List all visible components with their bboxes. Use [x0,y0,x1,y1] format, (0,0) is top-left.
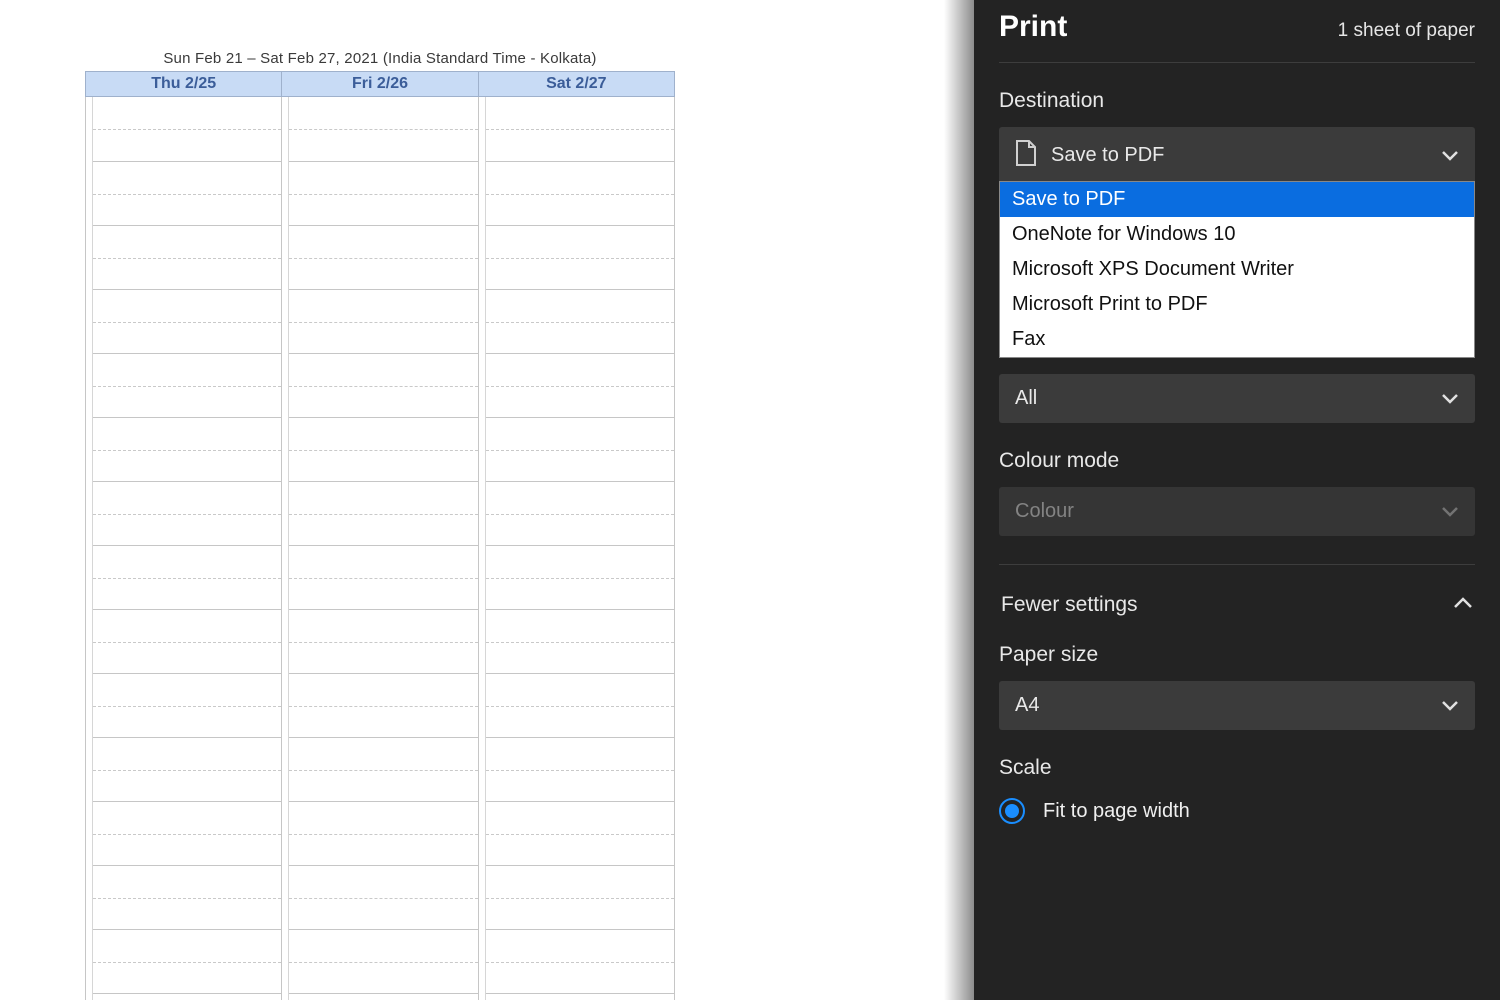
day-header: Sat 2/27 [479,72,674,96]
destination-option[interactable]: Save to PDF [1000,182,1474,217]
pages-value: All [1015,387,1441,410]
print-preview: Sun Feb 21 – Sat Feb 27, 2021 (India Sta… [0,0,944,1000]
fewer-settings-label: Fewer settings [1001,593,1138,617]
destination-option[interactable]: Fax [1000,322,1474,357]
paper-size-label: Paper size [999,643,1475,667]
colour-mode-select[interactable]: Colour [999,487,1475,536]
destination-label: Destination [999,89,1475,113]
destination-option[interactable]: OneNote for Windows 10 [1000,217,1474,252]
day-header: Fri 2/26 [282,72,478,96]
print-panel: Print 1 sheet of paper Destination Save … [974,0,1500,1000]
colour-mode-label: Colour mode [999,449,1475,473]
panel-title: Print [999,10,1067,44]
chevron-down-icon [1441,393,1459,405]
destination-option[interactable]: Microsoft XPS Document Writer [1000,252,1474,287]
destination-dropdown: Save to PDF OneNote for Windows 10 Micro… [999,181,1475,358]
calendar-title: Sun Feb 21 – Sat Feb 27, 2021 (India Sta… [85,50,675,67]
sheet-count: 1 sheet of paper [1338,20,1475,42]
chevron-up-icon [1453,596,1473,614]
chevron-down-icon [1441,700,1459,712]
destination-select[interactable]: Save to PDF [999,127,1475,184]
chevron-down-icon [1441,150,1459,162]
panel-header: Print 1 sheet of paper [999,0,1475,63]
destination-option[interactable]: Microsoft Print to PDF [1000,287,1474,322]
scale-label: Scale [999,756,1475,780]
chevron-down-icon [1441,506,1459,518]
colour-mode-value: Colour [1015,500,1441,523]
calendar-preview: Sun Feb 21 – Sat Feb 27, 2021 (India Sta… [85,50,675,1000]
fewer-settings-toggle[interactable]: Fewer settings [999,564,1475,617]
calendar-column [86,97,282,1000]
calendar-column [282,97,478,1000]
pages-select[interactable]: All [999,374,1475,423]
radio-selected-icon [999,798,1025,824]
day-header: Thu 2/25 [86,72,282,96]
destination-value: Save to PDF [1051,144,1441,167]
calendar-column [479,97,674,1000]
scale-fit-label: Fit to page width [1043,800,1190,823]
file-icon [1015,140,1037,171]
calendar-day-header: Thu 2/25 Fri 2/26 Sat 2/27 [85,71,675,97]
panel-divider [944,0,974,1000]
scale-fit-radio[interactable]: Fit to page width [999,798,1475,824]
paper-size-select[interactable]: A4 [999,681,1475,730]
paper-size-value: A4 [1015,694,1441,717]
calendar-grid [85,97,675,1000]
